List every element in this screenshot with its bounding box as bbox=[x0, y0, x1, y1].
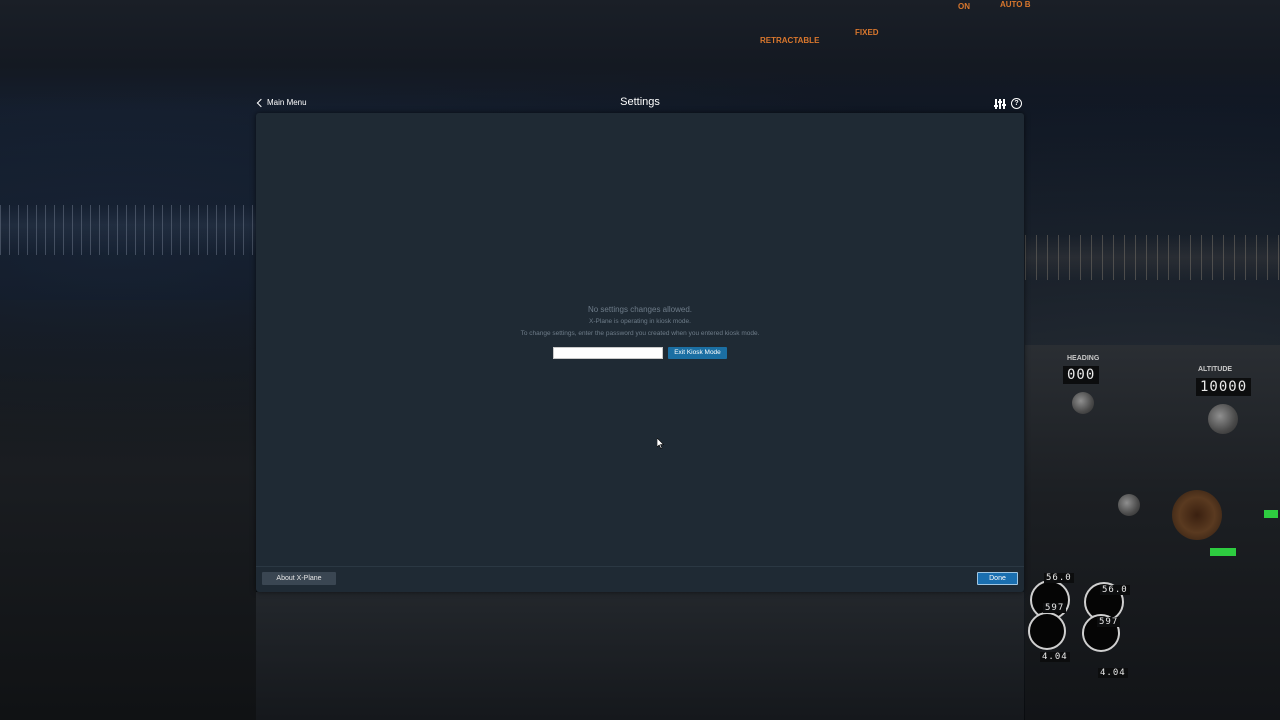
city-lights-right bbox=[1025, 235, 1280, 280]
altitude-knob bbox=[1208, 404, 1238, 434]
on-label: ON bbox=[958, 2, 970, 11]
status-light bbox=[1210, 548, 1236, 556]
kiosk-message-line: X-Plane is operating in kiosk mode. bbox=[589, 318, 691, 325]
altitude-readout: 10000 bbox=[1196, 378, 1252, 396]
settings-window: No settings changes allowed. X-Plane is … bbox=[256, 113, 1024, 592]
titlebar-icons: ? bbox=[994, 98, 1022, 109]
page-title: Settings bbox=[620, 96, 660, 108]
anti-ice-knob bbox=[1118, 494, 1140, 516]
exit-kiosk-mode-button[interactable]: Exit Kiosk Mode bbox=[668, 347, 727, 359]
retractable-label: RETRACTABLE bbox=[760, 36, 820, 45]
heading-label: HEADING bbox=[1067, 355, 1100, 362]
status-light bbox=[1264, 510, 1278, 518]
help-icon[interactable]: ? bbox=[1011, 98, 1022, 109]
kiosk-password-input[interactable] bbox=[553, 347, 663, 359]
egt-readout: 597 bbox=[1043, 603, 1067, 613]
done-button[interactable]: Done bbox=[977, 572, 1018, 585]
n2-readout: 4.04 bbox=[1098, 668, 1128, 678]
n2-readout: 4.04 bbox=[1040, 652, 1070, 662]
heading-readout: 000 bbox=[1063, 366, 1100, 384]
fixed-label: FIXED bbox=[855, 28, 879, 37]
heading-knob bbox=[1072, 392, 1094, 414]
left-cockpit-side bbox=[0, 300, 256, 720]
about-xplane-button[interactable]: About X-Plane bbox=[262, 572, 336, 585]
n1-readout: 56.0 bbox=[1100, 585, 1130, 595]
kiosk-message-title: No settings changes allowed. bbox=[587, 305, 693, 314]
engine-gauge bbox=[1028, 612, 1066, 650]
n1-readout: 56.0 bbox=[1044, 573, 1074, 583]
pressurization-knob bbox=[1172, 490, 1222, 540]
egt-readout: 597 bbox=[1097, 617, 1121, 627]
altitude-label: ALTITUDE bbox=[1198, 366, 1233, 373]
settings-titlebar: Main Menu Settings ? bbox=[256, 92, 1024, 113]
instrument-panel bbox=[256, 592, 1024, 720]
city-lights-left bbox=[0, 205, 260, 255]
kiosk-message-line: To change settings, enter the password y… bbox=[520, 330, 760, 337]
footer-divider bbox=[256, 566, 1024, 567]
sliders-icon[interactable] bbox=[994, 98, 1006, 109]
autopilot-panel bbox=[1025, 345, 1280, 720]
auto-brake-label: AUTO B bbox=[1000, 0, 1031, 9]
